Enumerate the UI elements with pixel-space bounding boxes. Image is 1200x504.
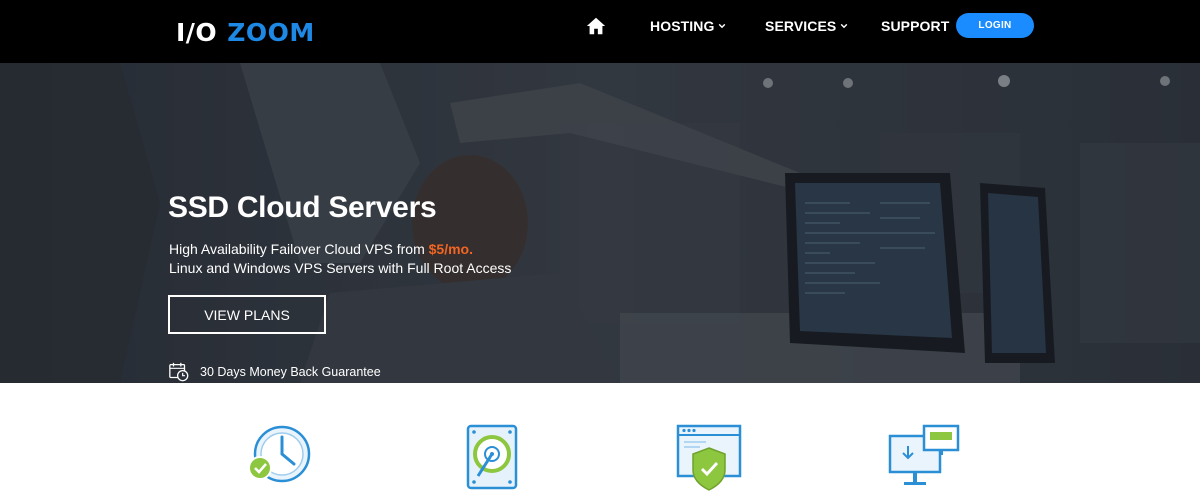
view-plans-button[interactable]: VIEW PLANS [168, 295, 326, 334]
login-button[interactable]: LOGIN [956, 13, 1034, 38]
nav-hosting-label: HOSTING [650, 18, 715, 34]
nav-hosting[interactable]: HOSTING [650, 18, 726, 34]
money-back-guarantee: 30 Days Money Back Guarantee [168, 361, 381, 383]
chevron-down-icon [841, 23, 848, 29]
browser-shield-icon [676, 424, 742, 491]
logo-zoom-text: ZOOM [227, 17, 315, 47]
nav-support-label: SUPPORT [881, 18, 950, 34]
chevron-down-icon [719, 23, 726, 29]
hard-drive-icon [466, 424, 518, 490]
hero-section: SSD Cloud Servers High Availability Fail… [0, 63, 1200, 383]
logo-io-text: I/O [176, 17, 218, 47]
navbar: I/O ZOOM HOSTING SERVICES SUPPORT LOGIN [0, 0, 1200, 63]
hero-title: SSD Cloud Servers [168, 191, 437, 224]
home-icon[interactable] [585, 15, 607, 37]
guarantee-text: 30 Days Money Back Guarantee [200, 365, 381, 379]
clock-check-icon [248, 425, 311, 483]
monitor-transfer-icon [888, 424, 960, 485]
hero-price: $5/mo. [428, 241, 473, 257]
hero-subtitle-line1: High Availability Failover Cloud VPS fro… [169, 241, 473, 257]
nav-services[interactable]: SERVICES [765, 18, 848, 34]
calendar-clock-icon [169, 362, 189, 382]
nav-support[interactable]: SUPPORT [881, 18, 949, 34]
hero-subtitle-line2: Linux and Windows VPS Servers with Full … [169, 260, 512, 276]
brand-logo[interactable]: I/O ZOOM [176, 17, 315, 47]
nav-services-label: SERVICES [765, 18, 837, 34]
hero-subtitle-text: High Availability Failover Cloud VPS fro… [169, 241, 425, 257]
